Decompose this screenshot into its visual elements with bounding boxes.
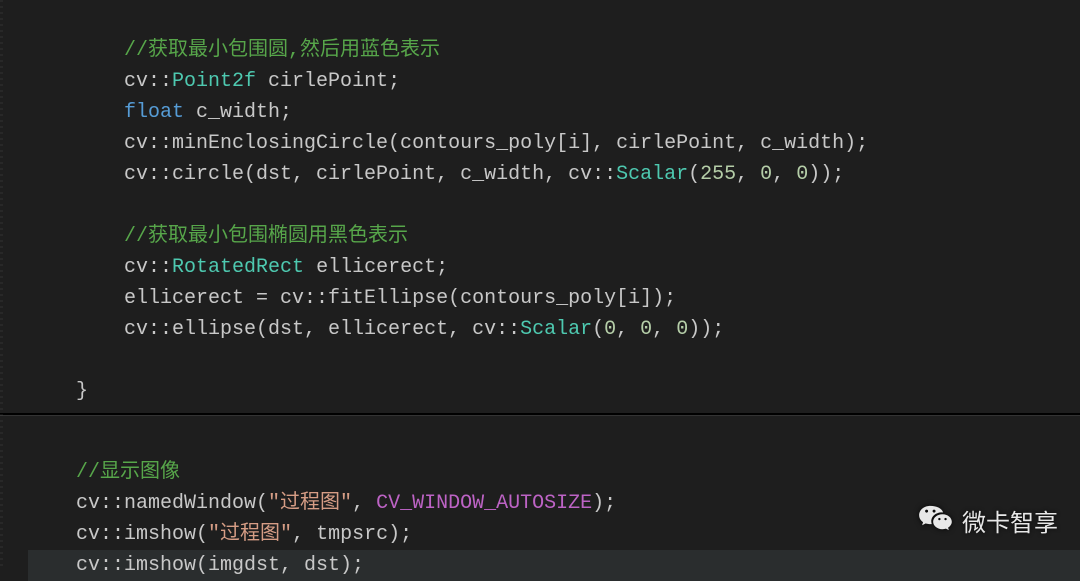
code-text: , (352, 492, 376, 515)
code-line (28, 349, 40, 372)
code-line (28, 194, 40, 217)
type-name: RotatedRect (172, 256, 304, 279)
watermark: 微卡智享 (918, 504, 1058, 543)
code-text: ellicerect; (304, 256, 448, 279)
code-text: cv::circle(dst, cirlePoint, c_width, cv:… (124, 163, 616, 186)
brace: } (76, 380, 88, 403)
code-line: //获取最小包围圆,然后用蓝色表示 (28, 39, 440, 62)
code-line: cv::imshow("过程图", tmpsrc); (28, 523, 412, 546)
code-text: cv::minEnclosingCircle(contours_poly[i],… (124, 132, 868, 155)
code-line: //显示图像 (28, 461, 180, 484)
code-line-current: cv::imshow(imgdst, dst); (28, 550, 1080, 581)
gutter-edge (0, 0, 3, 569)
code-line: cv::ellipse(dst, ellicerect, cv::Scalar(… (28, 318, 724, 341)
number: 0 (676, 318, 688, 341)
watermark-text: 微卡智享 (962, 505, 1058, 542)
code-text: , (736, 163, 760, 186)
code-editor[interactable]: //获取最小包围圆,然后用蓝色表示 cv::Point2f cirlePoint… (0, 0, 1080, 407)
code-text: cv:: (124, 70, 172, 93)
number: 0 (796, 163, 808, 186)
code-text: )); (688, 318, 724, 341)
type-name: Point2f (172, 70, 256, 93)
type-name: Scalar (520, 318, 592, 341)
code-line: //获取最小包围椭圆用黑色表示 (28, 225, 408, 248)
wechat-icon (918, 504, 952, 543)
keyword: float (124, 101, 184, 124)
number: 255 (700, 163, 736, 186)
type-name: Scalar (616, 163, 688, 186)
string: "过程图" (208, 523, 292, 546)
code-text: ( (592, 318, 604, 341)
code-text: , tmpsrc); (292, 523, 412, 546)
code-text: cv:: (124, 256, 172, 279)
code-text: ); (592, 492, 616, 515)
code-line: ellicerect = cv::fitEllipse(contours_pol… (28, 287, 676, 310)
code-text: cv::imshow(imgdst, dst); (76, 554, 364, 577)
code-text: cirlePoint; (256, 70, 400, 93)
section-divider (0, 413, 1080, 416)
code-text: cv::imshow( (76, 523, 208, 546)
code-text: , (616, 318, 640, 341)
code-editor-lower[interactable]: //显示图像 cv::namedWindow("过程图", CV_WINDOW_… (0, 422, 1080, 581)
number: 0 (604, 318, 616, 341)
comment: //显示图像 (76, 461, 180, 484)
code-line: cv::minEnclosingCircle(contours_poly[i],… (28, 132, 868, 155)
code-line: float c_width; (28, 101, 292, 124)
code-text: )); (808, 163, 844, 186)
macro: CV_WINDOW_AUTOSIZE (376, 492, 592, 515)
number: 0 (760, 163, 772, 186)
code-text: ( (688, 163, 700, 186)
string: "过程图" (268, 492, 352, 515)
code-line: cv::namedWindow("过程图", CV_WINDOW_AUTOSIZ… (28, 492, 616, 515)
code-line: } (28, 380, 88, 403)
code-text: , (772, 163, 796, 186)
comment: //获取最小包围圆,然后用蓝色表示 (124, 39, 440, 62)
code-line: cv::Point2f cirlePoint; (28, 70, 400, 93)
comment: //获取最小包围椭圆用黑色表示 (124, 225, 408, 248)
code-text: cv::ellipse(dst, ellicerect, cv:: (124, 318, 520, 341)
code-line: cv::circle(dst, cirlePoint, c_width, cv:… (28, 163, 844, 186)
code-text: c_width; (184, 101, 292, 124)
code-text: cv::namedWindow( (76, 492, 268, 515)
code-text: , (652, 318, 676, 341)
code-line: cv::RotatedRect ellicerect; (28, 256, 448, 279)
code-text: ellicerect = cv::fitEllipse(contours_pol… (124, 287, 676, 310)
number: 0 (640, 318, 652, 341)
